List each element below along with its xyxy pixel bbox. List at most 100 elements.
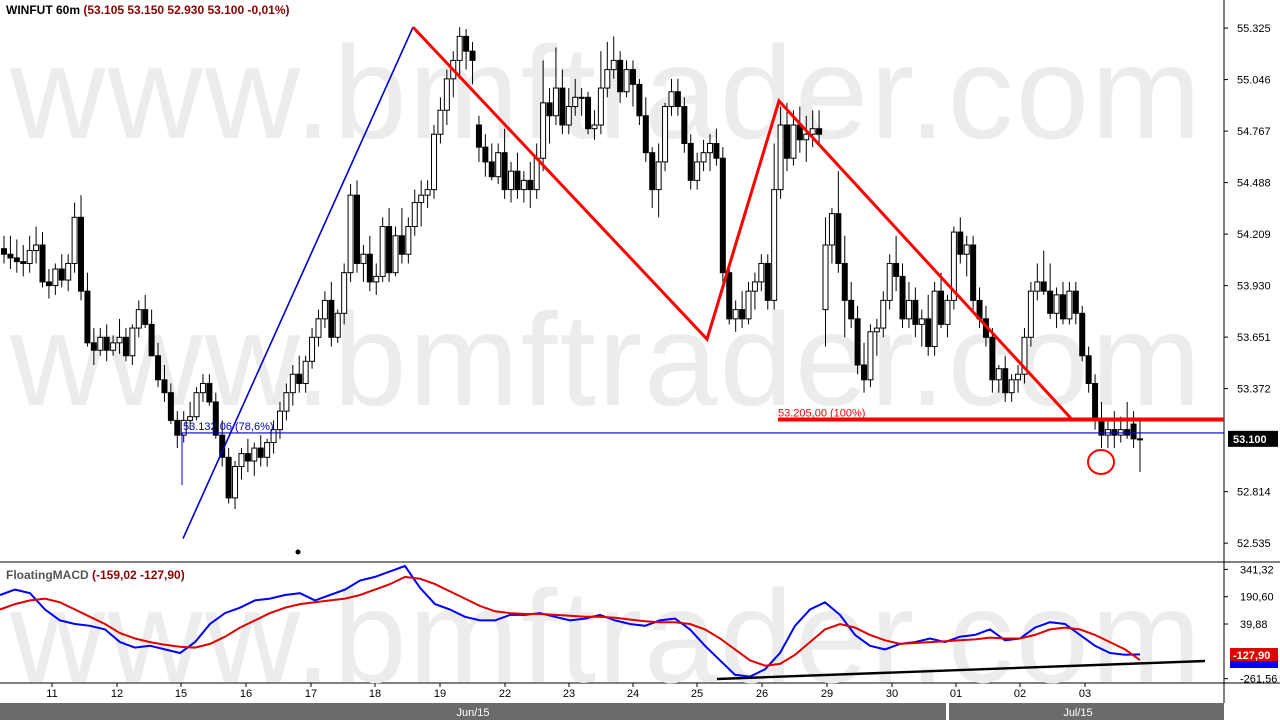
candle [905, 299, 912, 320]
candle [78, 216, 85, 292]
candle [546, 102, 553, 117]
candle [187, 416, 194, 421]
time-tick-label: 12 [111, 688, 123, 700]
indicator-values: (-159,02 -127,90) [92, 568, 185, 582]
month-label: Jun/15 [456, 707, 489, 719]
candle [353, 194, 360, 264]
target-level-label: 53.205,00 (100%) [778, 407, 865, 419]
candle [694, 161, 701, 181]
watermark-text: www.bmftrader.com [9, 19, 1203, 166]
time-tick-label: 16 [240, 688, 252, 700]
price-chart[interactable]: www.bmftrader.comwww.bmftrader.comwww.bm… [0, 0, 1280, 720]
candle [135, 309, 142, 329]
candle [1092, 382, 1099, 421]
time-tick-label: 23 [563, 688, 575, 700]
candle [71, 216, 78, 264]
candle [110, 342, 117, 351]
candle [963, 244, 970, 255]
candle [174, 419, 181, 436]
candle [777, 124, 784, 191]
candle [726, 272, 733, 320]
price-tick-label: 54.209 [1237, 229, 1271, 241]
time-tick-label: 24 [627, 688, 639, 700]
candle [482, 146, 489, 163]
candle [668, 91, 675, 108]
candle [899, 275, 906, 320]
price-tick-label: 52.814 [1237, 487, 1271, 499]
candle [938, 290, 945, 325]
candle [1034, 281, 1041, 292]
candle [758, 262, 765, 283]
fib-level-label: 53.132,06 (78,6%) [183, 421, 274, 433]
candle [822, 244, 829, 311]
time-tick-label: 03 [1079, 688, 1091, 700]
candle [309, 336, 316, 362]
candle [58, 268, 65, 281]
price-tick-label: 53.651 [1237, 332, 1271, 344]
time-tick-label: 15 [175, 688, 187, 700]
candle [469, 50, 476, 61]
chart-window: www.bmftrader.com www.bmftrader.com www.bm… [0, 0, 1280, 720]
candle [437, 109, 444, 135]
candle [809, 128, 816, 135]
candle [302, 360, 309, 384]
candle [386, 226, 393, 274]
candle [1053, 294, 1060, 314]
candle [84, 290, 91, 344]
time-tick-label: 11 [46, 688, 57, 700]
candle [745, 290, 752, 320]
indicator-header: FloatingMACD (-159,02 -127,90) [6, 568, 185, 582]
candle [597, 87, 604, 126]
candle [816, 128, 823, 135]
macd-tick-label: 39,88 [1240, 619, 1268, 631]
candle [495, 152, 502, 178]
candle [617, 59, 624, 93]
indicator-name: FloatingMACD [6, 568, 92, 582]
candle [784, 124, 791, 159]
macd-value-label: -127,90 [1233, 650, 1270, 662]
candle [803, 133, 810, 141]
candle [1130, 423, 1137, 440]
signal-value-badge [1230, 661, 1278, 668]
candle [97, 336, 104, 351]
candle [1, 248, 7, 255]
candle [700, 152, 707, 163]
chart-header: WINFUT 60m (53.105 53.150 52.930 53.100 … [6, 3, 290, 17]
candle [360, 253, 367, 264]
time-tick-label: 29 [821, 688, 833, 700]
candle [771, 189, 778, 301]
candle [116, 336, 123, 344]
candle [1027, 290, 1034, 338]
candle [989, 336, 996, 381]
candle [841, 262, 848, 301]
candle [854, 318, 861, 366]
candle [1072, 290, 1079, 314]
candle [315, 318, 322, 338]
candle [861, 364, 868, 381]
time-tick-label: 01 [950, 688, 962, 700]
candle [957, 231, 964, 255]
candle [225, 456, 232, 499]
candle [1002, 368, 1009, 394]
candle [578, 96, 585, 99]
candle [129, 327, 136, 357]
candle [405, 226, 412, 255]
candle [26, 250, 33, 264]
candle [443, 78, 450, 111]
candle [828, 213, 835, 246]
candle [33, 244, 40, 252]
price-tick-label: 54.767 [1237, 126, 1271, 138]
macd-tick-label: 190,60 [1240, 592, 1274, 604]
candle [790, 124, 797, 159]
candle [739, 309, 746, 320]
candle [257, 447, 264, 458]
candle [848, 299, 855, 320]
candle [623, 69, 630, 93]
candle [475, 124, 482, 148]
candle [103, 336, 110, 351]
candle [508, 170, 515, 191]
candle [925, 318, 932, 348]
candle [565, 106, 572, 126]
candle [334, 312, 341, 338]
macd-tick-label: 341,32 [1240, 564, 1274, 576]
